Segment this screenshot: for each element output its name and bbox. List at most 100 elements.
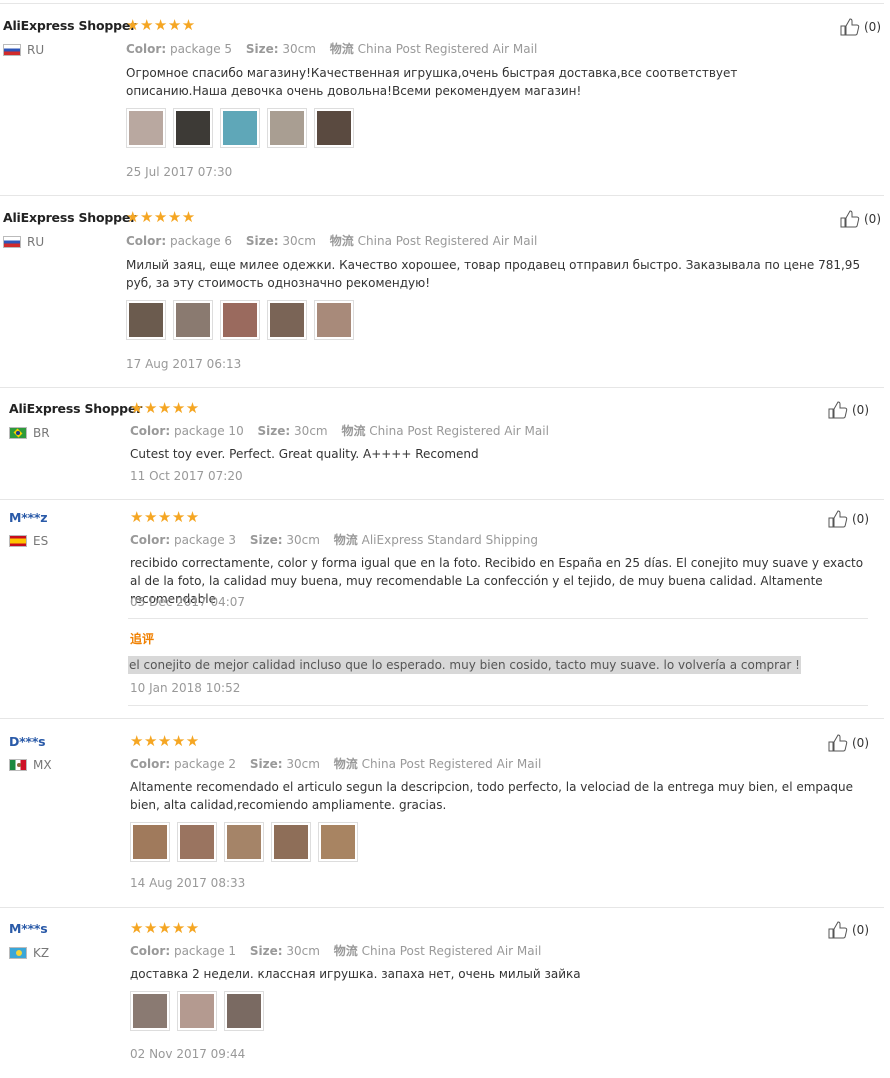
review-date: 02 Nov 2017 09:44 <box>130 1047 246 1061</box>
review-text: Огромное спасибо магазину!Качественная и… <box>126 66 738 98</box>
size-value: 30cm <box>294 424 328 438</box>
shipping-value: China Post Registered Air Mail <box>357 42 538 56</box>
review-photo[interactable] <box>177 822 217 862</box>
star-rating: ★★★★★ <box>130 399 200 417</box>
review-photo[interactable] <box>220 300 260 340</box>
helpful-button[interactable]: (0) <box>828 734 869 752</box>
reviewer-name: AliExpress Shopper <box>3 18 137 33</box>
review-photo[interactable] <box>126 300 166 340</box>
star-rating: ★★★★★ <box>126 208 196 226</box>
thumbs-up-icon <box>828 510 848 528</box>
review-photo[interactable] <box>173 300 213 340</box>
review-photos <box>126 300 354 340</box>
review-photo[interactable] <box>130 991 170 1031</box>
review-photo[interactable] <box>177 991 217 1031</box>
spain-flag-icon <box>9 535 27 547</box>
review-photo[interactable] <box>271 822 311 862</box>
review-item: D***s MX ★★★★★ Color: package 2 Size: 30… <box>0 718 890 907</box>
helpful-count: (0) <box>852 736 869 750</box>
country-code: RU <box>27 43 45 57</box>
reviewer-country: RU <box>3 43 44 57</box>
followup-text: el conejito de mejor calidad incluso que… <box>128 656 801 674</box>
reviewer-country: ES <box>9 534 48 548</box>
size-value: 30cm <box>286 533 320 547</box>
reviewer-name: D***s <box>9 734 46 749</box>
thumbs-up-icon <box>828 921 848 939</box>
size-value: 30cm <box>286 757 320 771</box>
divider <box>128 618 868 619</box>
review-text: Altamente recomendado el articulo segun … <box>130 780 853 812</box>
order-attributes: Color: package 6 Size: 30cm 物流 China Pos… <box>126 234 538 248</box>
shipping-value: China Post Registered Air Mail <box>361 757 542 771</box>
review-item: M***s KZ ★★★★★ Color: package 1 Size: 30… <box>0 907 890 1078</box>
star-rating: ★★★★★ <box>126 16 196 34</box>
review-photo[interactable] <box>318 822 358 862</box>
size-value: 30cm <box>286 944 320 958</box>
order-attributes: Color: package 1 Size: 30cm 物流 China Pos… <box>130 944 542 958</box>
reviewer-name: AliExpress Shopper <box>9 401 143 416</box>
country-code: BR <box>33 426 50 440</box>
helpful-count: (0) <box>852 403 869 417</box>
helpful-count: (0) <box>864 20 881 34</box>
russia-flag-icon <box>3 44 21 56</box>
shipping-value: China Post Registered Air Mail <box>369 424 549 438</box>
reviewer-country: RU <box>3 235 44 249</box>
helpful-count: (0) <box>852 512 869 526</box>
kazakhstan-flag-icon <box>9 947 27 959</box>
color-value: package 5 <box>169 42 233 56</box>
brazil-flag-icon <box>9 427 27 439</box>
review-photo[interactable] <box>224 822 264 862</box>
order-attributes: Color: package 5 Size: 30cm 物流 China Pos… <box>126 42 538 56</box>
divider <box>0 907 884 908</box>
review-date: 25 Jul 2017 07:30 <box>126 165 233 179</box>
divider <box>0 195 884 196</box>
helpful-button[interactable]: (0) <box>828 921 869 939</box>
thumbs-up-icon <box>840 18 860 36</box>
country-code: ES <box>33 534 49 548</box>
reviewer-name: AliExpress Shopper <box>3 210 137 225</box>
review-photo[interactable] <box>220 108 260 148</box>
divider <box>0 499 884 500</box>
shipping-value: China Post Registered Air Mail <box>357 234 538 248</box>
order-attributes: Color: package 2 Size: 30cm 物流 China Pos… <box>130 757 542 771</box>
order-attributes: Color: package 3 Size: 30cm 物流 AliExpres… <box>130 533 538 547</box>
review-photo[interactable] <box>314 300 354 340</box>
country-code: MX <box>33 758 52 772</box>
helpful-button[interactable]: (0) <box>840 210 881 228</box>
review-item: AliExpress Shopper RU ★★★★★ Color: packa… <box>0 195 890 387</box>
order-attributes: Color: package 10 Size: 30cm 物流 China Po… <box>130 424 549 438</box>
review-photo[interactable] <box>126 108 166 148</box>
review-photo[interactable] <box>314 108 354 148</box>
reviewer-country: MX <box>9 758 52 772</box>
review-text: Cutest toy ever. Perfect. Great quality.… <box>130 447 479 461</box>
review-date: 14 Aug 2017 08:33 <box>130 876 246 890</box>
color-value: package 6 <box>169 234 233 248</box>
mexico-flag-icon <box>9 759 27 771</box>
followup-label: 追评 <box>130 632 155 646</box>
followup-date: 10 Jan 2018 10:52 <box>130 681 241 695</box>
divider <box>0 387 884 388</box>
divider <box>0 3 884 4</box>
review-photo[interactable] <box>267 108 307 148</box>
review-photos <box>130 991 264 1031</box>
color-value: package 2 <box>173 757 237 771</box>
review-photo[interactable] <box>130 822 170 862</box>
size-value: 30cm <box>282 42 316 56</box>
color-value: package 1 <box>173 944 237 958</box>
helpful-button[interactable]: (0) <box>828 401 869 419</box>
color-value: package 10 <box>173 424 244 438</box>
review-item: AliExpress Shopper RU ★★★★★ Color: packa… <box>0 0 890 195</box>
divider <box>0 718 884 719</box>
helpful-button[interactable]: (0) <box>828 510 869 528</box>
review-photo[interactable] <box>267 300 307 340</box>
divider <box>128 705 868 706</box>
review-date: 05 Dec 2017 04:07 <box>130 595 246 609</box>
size-value: 30cm <box>282 234 316 248</box>
review-photo[interactable] <box>173 108 213 148</box>
review-photo[interactable] <box>224 991 264 1031</box>
helpful-button[interactable]: (0) <box>840 18 881 36</box>
reviewer-name: M***z <box>9 510 48 525</box>
review-photos <box>130 822 358 862</box>
review-item: AliExpress Shopper BR ★★★★★ Color: packa… <box>0 387 890 499</box>
country-code: RU <box>27 235 45 249</box>
